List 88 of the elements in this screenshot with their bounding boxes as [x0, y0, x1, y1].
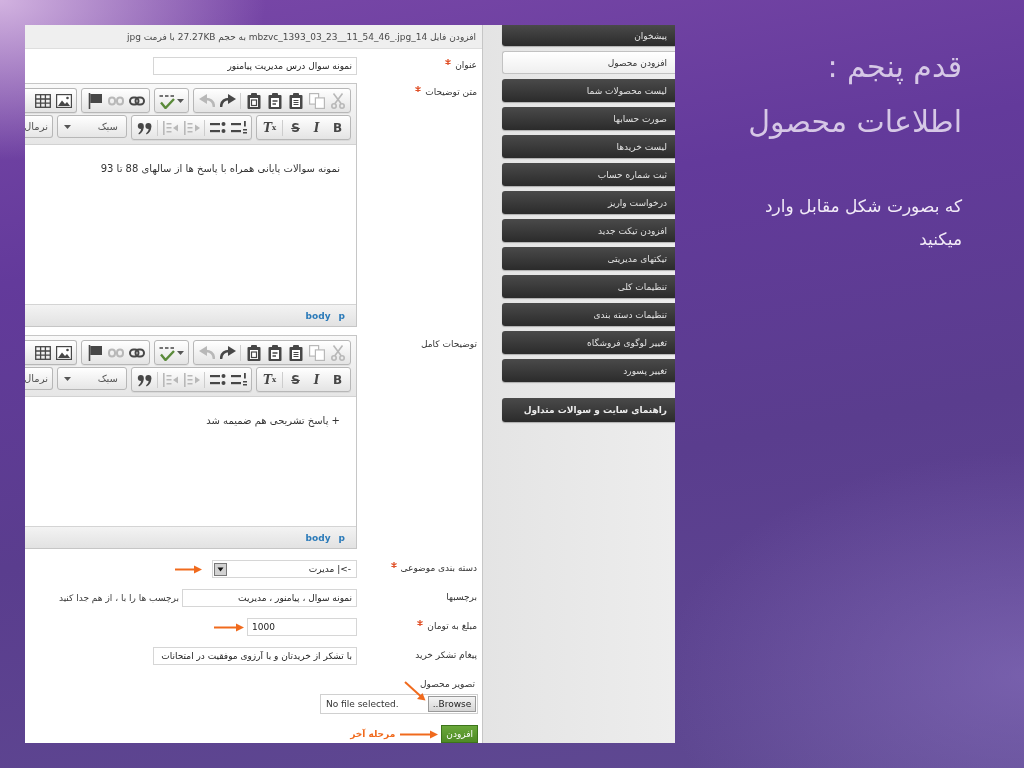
- bold-button[interactable]: B: [327, 369, 348, 390]
- element-path-link[interactable]: body: [305, 532, 331, 543]
- file-status: No file selected.: [325, 699, 400, 709]
- slide-title: اطلاعات محصول: [748, 103, 962, 141]
- numbered-list-icon: [230, 371, 247, 388]
- sidebar-item[interactable]: تغییر لوگوی فروشگاه: [502, 331, 675, 354]
- outdent-icon: [183, 119, 200, 136]
- field-label: متن توضیحات: [425, 86, 477, 98]
- field-label: دسته بندی موضوعی: [400, 562, 477, 574]
- field-label: تصویر محصول: [420, 678, 475, 690]
- clipboard-icon: [287, 344, 304, 361]
- curved-arrow-icon: [219, 92, 236, 109]
- italic-button[interactable]: I: [306, 117, 327, 138]
- toolbar-dropdown[interactable]: نرمال: [25, 115, 53, 138]
- sidebar-item[interactable]: لیست خریدها: [502, 135, 675, 158]
- sidebar-item[interactable]: افزودن تیکت جدید: [502, 219, 675, 242]
- copy-icon: [308, 344, 325, 361]
- field-label: مبلغ به تومان: [427, 620, 477, 632]
- curved-arrow-icon: [219, 344, 236, 361]
- annotation-arrow: [400, 729, 439, 739]
- strike-button[interactable]: S: [285, 369, 306, 390]
- spellcheck-icon: [159, 92, 175, 109]
- element-path-link[interactable]: p: [338, 532, 345, 543]
- clipboard-icon: [266, 344, 283, 361]
- bold-button[interactable]: B: [327, 117, 348, 138]
- sidebar-item[interactable]: تغییر پسورد: [502, 359, 675, 382]
- add-button[interactable]: افزودن: [441, 725, 478, 743]
- caret-icon: [64, 376, 71, 381]
- caret-icon: [64, 124, 71, 129]
- upload-notice: افزودن فایل mbzvc_1393_03_23__11_54_46_.jpg_14 به حجم 27.27KB با فرمت jpg: [25, 25, 482, 49]
- field-hint: برچسب ها را با ، از هم جدا کنید: [58, 592, 179, 604]
- sidebar-item[interactable]: افزودن محصول: [502, 51, 675, 74]
- text-field[interactable]: نمونه سوال درس مدیریت پیامنور: [153, 57, 357, 75]
- sidebar-item[interactable]: تیکتهای مدیریتی: [502, 247, 675, 270]
- italic-button[interactable]: I: [306, 369, 327, 390]
- scissors-icon: [329, 92, 346, 109]
- sidebar-item[interactable]: تنظیمات کلی: [502, 275, 675, 298]
- editor-content-area[interactable]: + پاسخ تشریحی هم ضمیمه شد: [25, 397, 356, 526]
- text-field[interactable]: 1000: [247, 618, 357, 636]
- image-icon: [55, 92, 72, 109]
- caret-icon: [177, 350, 184, 355]
- image-icon: [55, 344, 72, 361]
- element-path-link[interactable]: p: [338, 310, 345, 321]
- outdent-icon: [183, 371, 200, 388]
- caret-icon: [177, 98, 184, 103]
- sidebar-item[interactable]: صورت حسابها: [502, 107, 675, 130]
- sidebar-item[interactable]: پیشخوان: [502, 25, 675, 46]
- file-input[interactable]: No file selected. Browse..: [320, 694, 478, 714]
- clipboard-icon: [245, 92, 262, 109]
- text-field[interactable]: با تشکر از خریدتان و با آرزوی موفقیت در امتحانات: [153, 647, 357, 665]
- sidebar-item[interactable]: تنظیمات دسته بندی: [502, 303, 675, 326]
- slide-title: قدم پنجم :: [827, 48, 962, 87]
- annotation-text: مرحله آخر: [350, 729, 396, 739]
- toolbar-dropdown[interactable]: نرمال: [25, 367, 53, 390]
- indent-icon: [162, 371, 179, 388]
- bulleted-list-icon: [209, 371, 226, 388]
- table-grid-icon: [34, 92, 51, 109]
- element-path-link[interactable]: body: [305, 310, 331, 321]
- browse-button[interactable]: Browse..: [428, 696, 476, 712]
- field-label: برچسبها: [446, 591, 477, 603]
- category-select[interactable]: ->| مدیرت: [212, 560, 357, 578]
- table-grid-icon: [34, 344, 51, 361]
- field-label: پیغام تشکر خرید: [415, 649, 477, 661]
- slide-text: که بصورت شکل مقابل وارد میکنید: [764, 195, 962, 251]
- toolbar-dropdown[interactable]: سبک: [57, 367, 127, 390]
- toolbar-dropdown[interactable]: سبک: [57, 115, 127, 138]
- sidebar-item[interactable]: درخواست واریز: [502, 191, 675, 214]
- curved-arrow-icon: [198, 344, 215, 361]
- field-label: توضیحات کامل: [420, 338, 477, 350]
- spellcheck-icon: [159, 344, 175, 361]
- sidebar-item[interactable]: ثبت شماره حساب: [502, 163, 675, 186]
- scissors-icon: [329, 344, 346, 361]
- numbered-list-icon: [230, 119, 247, 136]
- curved-arrow-icon: [198, 92, 215, 109]
- clipboard-icon: [287, 92, 304, 109]
- editor-content-area[interactable]: نمونه سوالات پایانی همراه با پاسخ ها از سالهای 88 تا 93: [25, 145, 356, 304]
- bulleted-list-icon: [209, 119, 226, 136]
- copy-icon: [308, 92, 325, 109]
- flag-icon: [86, 344, 103, 361]
- flag-icon: [86, 92, 103, 109]
- sidebar-help-link[interactable]: راهنمای سایت و سوالات متداول: [502, 398, 675, 422]
- indent-icon: [162, 119, 179, 136]
- clipboard-icon: [266, 92, 283, 109]
- text-field[interactable]: نمونه سوال ، پیامنور ، مدیریت: [182, 589, 357, 607]
- strike-button[interactable]: S: [285, 117, 306, 138]
- field-label: عنوان: [455, 59, 477, 71]
- clipboard-icon: [245, 344, 262, 361]
- sidebar-item[interactable]: لیست محصولات شما: [502, 79, 675, 102]
